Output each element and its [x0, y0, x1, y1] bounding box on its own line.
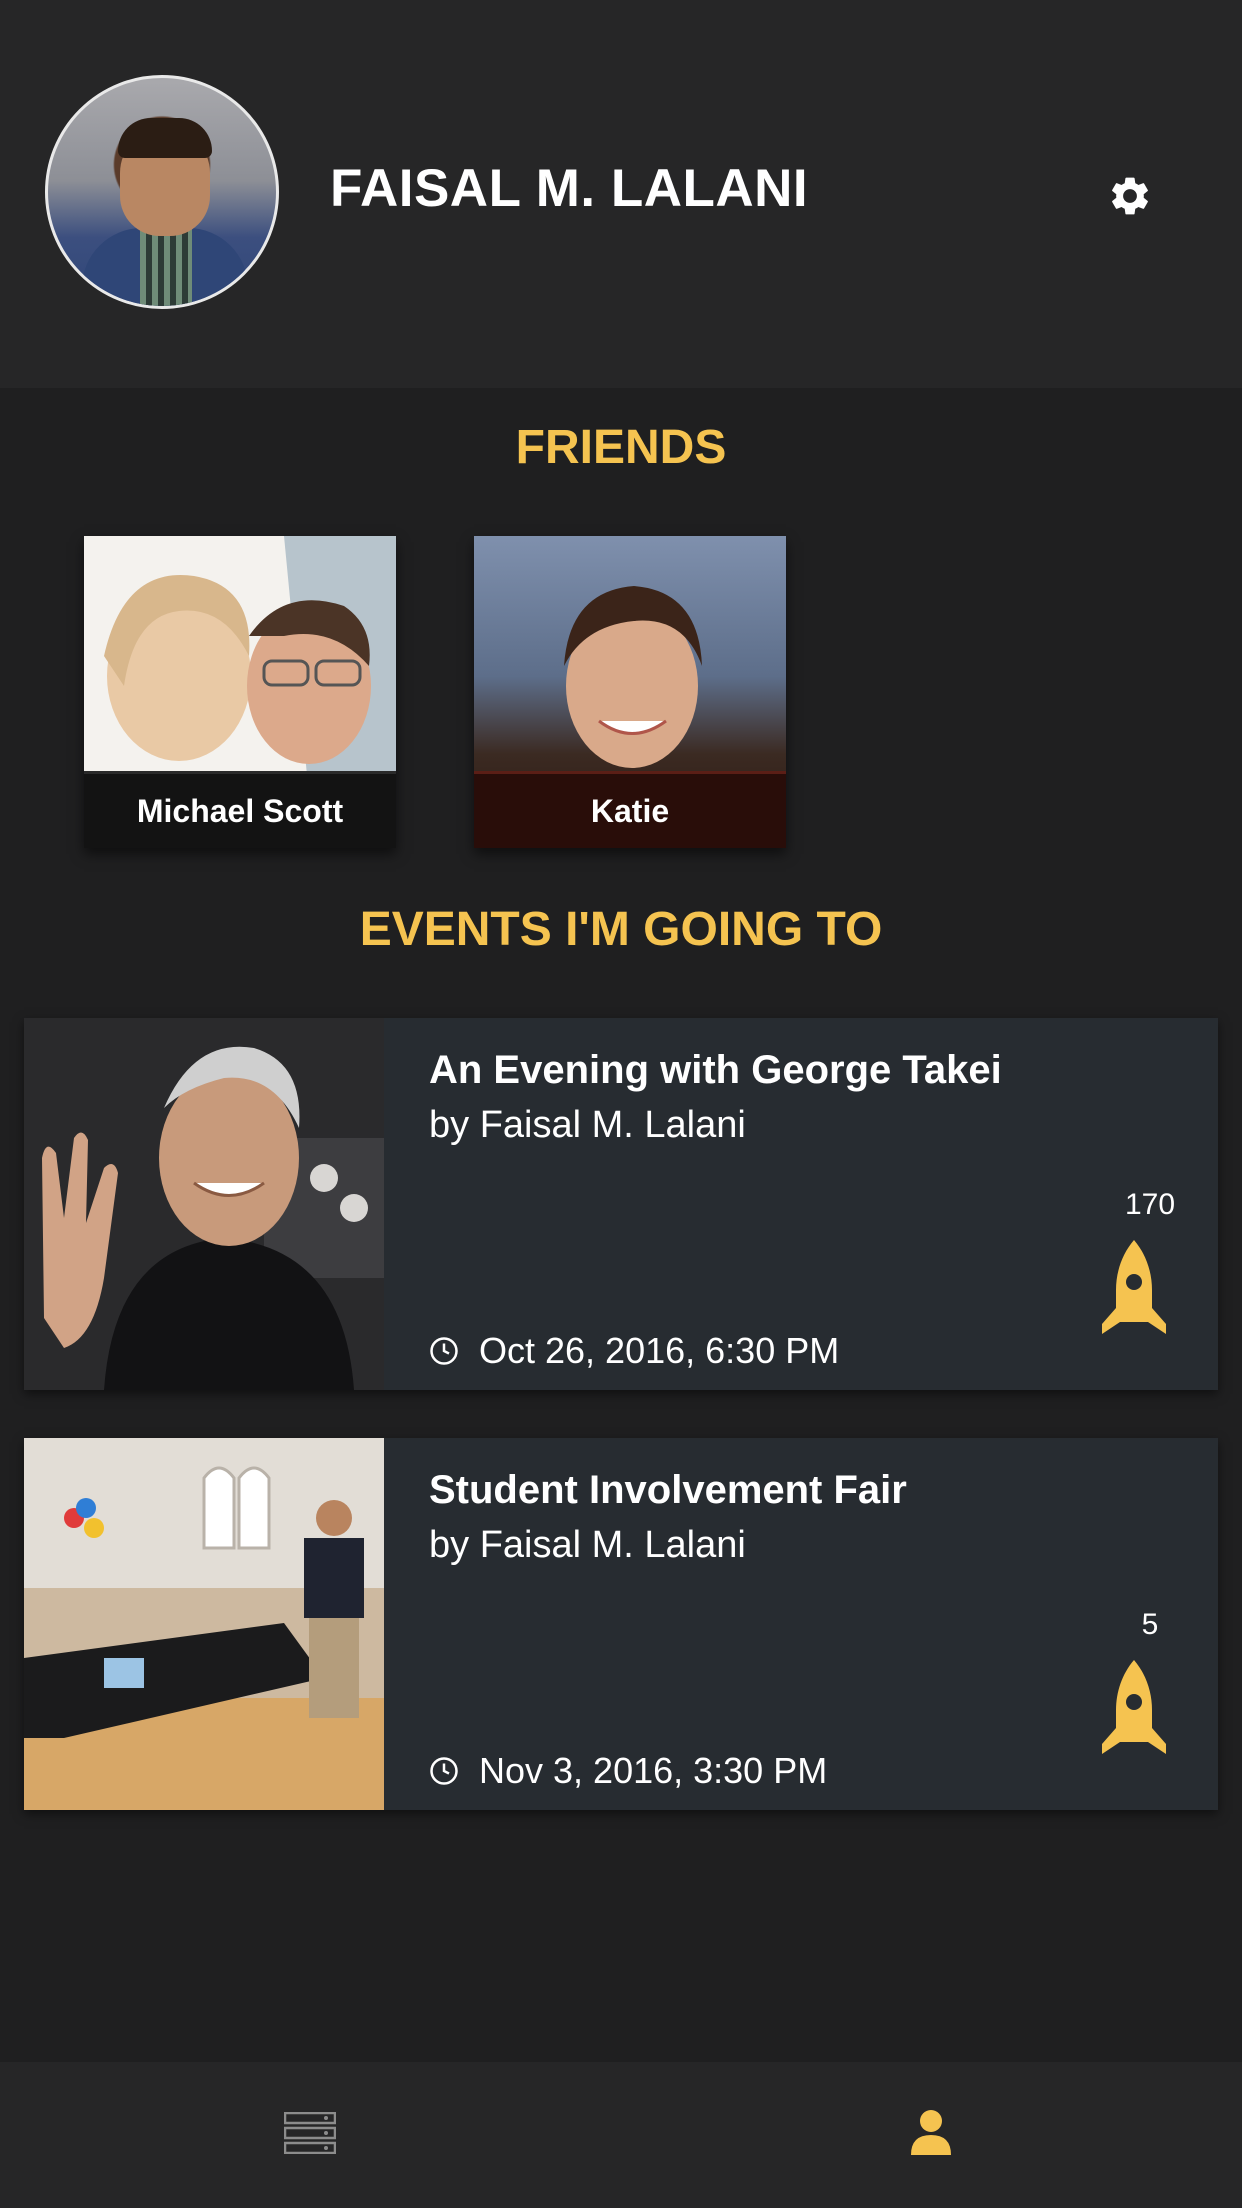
rsvp-count: 5 [1141, 1608, 1159, 1641]
event-date-text: Oct 26, 2016, 6:30 PM [479, 1330, 840, 1371]
event-author: by Faisal M. Lalani [429, 1524, 746, 1566]
clock-icon [430, 1337, 458, 1365]
event-title: Student Involvement Fair [429, 1468, 907, 1512]
event-datetime: Nov 3, 2016, 3:30 PM [429, 1750, 827, 1792]
settings-button[interactable] [1102, 168, 1158, 224]
friend-card[interactable]: Katie [474, 536, 786, 848]
event-title: An Evening with George Takei [429, 1048, 1002, 1092]
event-card[interactable]: An Evening with George Takei by Faisal M… [24, 1018, 1218, 1390]
bottom-nav [0, 2062, 1242, 2208]
events-title: EVENTS I'M GOING TO [359, 903, 883, 956]
event-datetime: Oct 26, 2016, 6:30 PM [429, 1330, 839, 1372]
friend-name: Michael Scott [84, 774, 396, 848]
profile-name: FAISAL M. LALANI [330, 159, 809, 218]
profile-avatar[interactable] [45, 75, 279, 309]
profile-header: FAISAL M. LALANI [0, 0, 1242, 388]
avatar-hair [118, 118, 212, 158]
friends-title: FRIENDS [515, 421, 727, 474]
nav-profile-tab[interactable] [891, 2098, 971, 2168]
rsvp-count: 170 [1124, 1188, 1176, 1221]
friend-card[interactable]: Michael Scott [84, 536, 396, 848]
event-date-text: Nov 3, 2016, 3:30 PM [479, 1750, 828, 1791]
event-image [24, 1438, 384, 1810]
rocket-icon[interactable] [1094, 1658, 1174, 1758]
rocket-icon[interactable] [1094, 1238, 1174, 1338]
event-image [24, 1018, 384, 1390]
event-card[interactable]: Student Involvement Fair by Faisal M. La… [24, 1438, 1218, 1810]
clock-icon [430, 1757, 458, 1785]
avatar-shirt [140, 226, 192, 306]
event-author: by Faisal M. Lalani [429, 1104, 746, 1146]
friend-name: Katie [474, 774, 786, 848]
list-icon [284, 2112, 336, 2154]
nav-feed-tab[interactable] [270, 2098, 350, 2168]
user-icon [911, 2110, 951, 2155]
gear-icon [1112, 177, 1148, 215]
